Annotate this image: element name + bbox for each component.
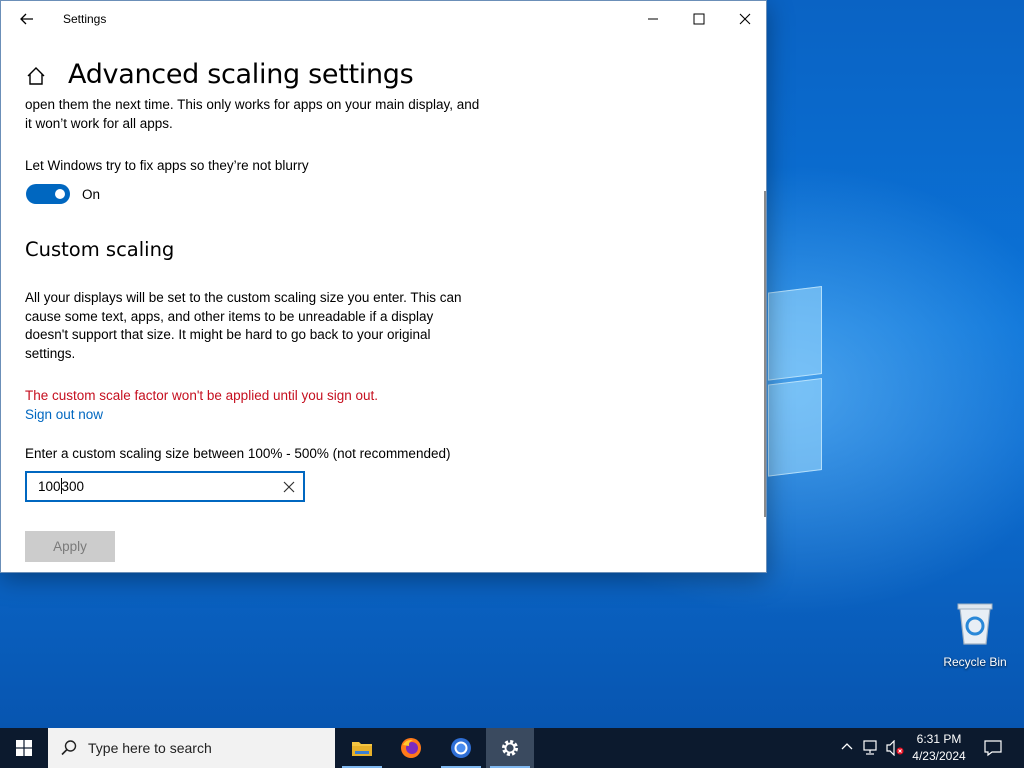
apply-button[interactable]: Apply bbox=[25, 531, 115, 562]
taskbar-clock[interactable]: 6:31 PM 4/23/2024 bbox=[908, 731, 970, 765]
firefox-icon bbox=[401, 738, 421, 758]
volume-tray-button[interactable] bbox=[884, 728, 906, 768]
taskbar-file-explorer[interactable] bbox=[338, 728, 386, 768]
custom-scaling-heading: Custom scaling bbox=[25, 238, 175, 261]
fix-blurry-toggle-label: Let Windows try to fix apps so they’re n… bbox=[25, 158, 309, 173]
taskbar-settings[interactable] bbox=[486, 728, 534, 768]
taskbar-search-box[interactable]: Type here to search bbox=[48, 728, 335, 768]
maximize-icon bbox=[693, 13, 705, 25]
title-bar: Settings bbox=[1, 1, 766, 37]
page-title: Advanced scaling settings bbox=[68, 59, 414, 90]
search-icon bbox=[61, 740, 77, 756]
recycle-bin-icon bbox=[957, 603, 993, 645]
close-button[interactable] bbox=[722, 1, 766, 37]
clock-time: 6:31 PM bbox=[916, 732, 962, 746]
toggle-state-text: On bbox=[82, 187, 101, 202]
start-button[interactable] bbox=[0, 728, 48, 768]
show-hidden-icons-button[interactable] bbox=[838, 728, 856, 768]
search-placeholder: Type here to search bbox=[88, 740, 212, 756]
back-button[interactable] bbox=[15, 7, 39, 31]
settings-icon bbox=[502, 740, 518, 756]
network-icon bbox=[863, 740, 877, 755]
back-arrow-icon bbox=[20, 13, 33, 25]
clear-input-icon[interactable] bbox=[283, 481, 295, 493]
close-icon bbox=[739, 13, 751, 25]
sign-out-warning: The custom scale factor won't be applied… bbox=[25, 388, 379, 403]
file-explorer-icon bbox=[352, 742, 372, 756]
recycle-bin-label: Recycle Bin bbox=[943, 655, 1007, 669]
input-value: 100300 bbox=[38, 478, 85, 494]
minimize-button[interactable] bbox=[630, 1, 676, 37]
volume-muted-icon bbox=[886, 740, 904, 756]
fix-blurry-toggle[interactable] bbox=[26, 184, 70, 204]
windows-start-icon bbox=[16, 740, 32, 756]
network-tray-button[interactable] bbox=[860, 728, 882, 768]
taskbar-chrome[interactable] bbox=[437, 728, 485, 768]
custom-scaling-description: All your displays will be set to the cus… bbox=[25, 290, 462, 361]
recycle-bin-shortcut[interactable]: Recycle Bin bbox=[935, 600, 1015, 669]
custom-scaling-input-label: Enter a custom scaling size between 100%… bbox=[25, 446, 451, 461]
custom-scaling-input[interactable]: 100300 bbox=[25, 471, 305, 502]
taskbar-firefox[interactable] bbox=[387, 728, 435, 768]
maximize-button[interactable] bbox=[676, 1, 722, 37]
intro-text: open them the next time. This only works… bbox=[25, 97, 480, 131]
taskbar: Type here to search 6:31 PM 4/23/2024 bbox=[0, 728, 1024, 768]
chevron-up-icon bbox=[841, 743, 853, 750]
window-title: Settings bbox=[63, 12, 107, 26]
settings-window: Settings Advanced scaling settings open … bbox=[0, 0, 767, 573]
clock-date: 4/23/2024 bbox=[912, 749, 966, 763]
scrollbar[interactable] bbox=[764, 191, 766, 517]
sign-out-now-link[interactable]: Sign out now bbox=[25, 406, 103, 425]
action-center-button[interactable] bbox=[978, 728, 1008, 768]
minimize-icon bbox=[648, 18, 658, 20]
chrome-icon bbox=[451, 738, 471, 758]
notification-icon bbox=[984, 740, 1002, 757]
home-icon[interactable] bbox=[25, 65, 47, 87]
